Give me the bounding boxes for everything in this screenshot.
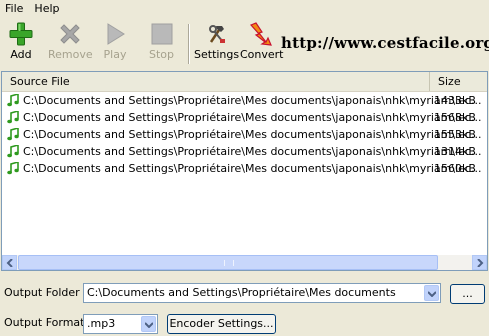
browse-button[interactable]: ...	[450, 284, 485, 304]
stop-label: Stop	[149, 48, 175, 61]
output-format-dropdown-button[interactable]	[141, 316, 156, 332]
play-button[interactable]: Play	[103, 22, 127, 61]
chevron-right-icon	[477, 259, 484, 267]
settings-icon	[208, 25, 225, 43]
file-path: C:\Documents and Settings\Propriétaire\M…	[23, 94, 482, 107]
remove-label: Remove	[48, 48, 93, 61]
menu-bar: File Help	[0, 0, 489, 18]
list-item[interactable]: C:\Documents and Settings\Propriétaire\M…	[2, 92, 487, 109]
scroll-left-button[interactable]	[2, 255, 17, 270]
music-note-icon	[7, 94, 19, 107]
file-size: 1568kB	[434, 111, 476, 124]
add-icon	[9, 22, 33, 46]
list-header: Source File Size	[2, 72, 487, 92]
scroll-grip	[224, 260, 234, 266]
music-note-icon	[7, 128, 19, 141]
menu-help[interactable]: Help	[29, 0, 65, 18]
menu-file[interactable]: File	[0, 0, 29, 18]
chevron-left-icon	[6, 259, 13, 267]
convert-icon	[249, 22, 272, 46]
music-note-icon	[7, 145, 19, 158]
add-button[interactable]: Add	[9, 22, 33, 61]
file-path: C:\Documents and Settings\Propriétaire\M…	[23, 128, 482, 141]
output-format-select[interactable]: .mp3	[83, 314, 158, 334]
convert-label: Convert	[240, 48, 284, 61]
file-path: C:\Documents and Settings\Propriétaire\M…	[23, 111, 482, 124]
file-size: 1314kB	[434, 145, 476, 158]
encoder-settings-button[interactable]: Encoder Settings...	[167, 314, 276, 334]
remove-icon	[60, 24, 81, 44]
chevron-down-icon	[145, 322, 153, 328]
scroll-thumb[interactable]	[18, 255, 438, 270]
output-format-label: Output Format	[4, 316, 85, 329]
stop-button[interactable]: Stop	[149, 22, 174, 61]
convert-button[interactable]: Convert	[240, 22, 284, 61]
file-size: 1560kB	[434, 162, 476, 175]
output-format-value: .mp3	[87, 317, 116, 330]
remove-button[interactable]: Remove	[48, 22, 93, 61]
add-label: Add	[10, 48, 32, 61]
list-item[interactable]: C:\Documents and Settings\Propriétaire\M…	[2, 143, 487, 160]
music-note-icon	[7, 111, 19, 124]
file-size: 1433kB	[434, 94, 476, 107]
chevron-down-icon	[428, 291, 436, 297]
output-folder-label: Output Folder	[4, 286, 80, 299]
toolbar: Add Remove Play Stop Settings Convert ht…	[0, 20, 489, 68]
file-list[interactable]: Source File Size C:\Documents and Settin…	[1, 71, 488, 271]
settings-label: Settings	[194, 48, 240, 61]
stop-icon	[151, 23, 172, 45]
play-label: Play	[103, 48, 127, 61]
column-header-source[interactable]: Source File	[2, 72, 430, 91]
play-icon	[107, 23, 125, 45]
output-folder-combo[interactable]: C:\Documents and Settings\Propriétaire\M…	[83, 283, 441, 303]
file-size: 1553kB	[434, 128, 476, 141]
toolbar-separator	[188, 24, 190, 64]
list-item[interactable]: C:\Documents and Settings\Propriétaire\M…	[2, 109, 487, 126]
file-path: C:\Documents and Settings\Propriétaire\M…	[23, 162, 482, 175]
list-item[interactable]: C:\Documents and Settings\Propriétaire\M…	[2, 126, 487, 143]
settings-button[interactable]: Settings	[194, 22, 239, 61]
website-watermark: http://www.cestfacile.org	[281, 34, 489, 52]
music-note-icon	[7, 162, 19, 175]
horizontal-scrollbar[interactable]	[2, 255, 487, 270]
list-item[interactable]: C:\Documents and Settings\Propriétaire\M…	[2, 160, 487, 177]
output-folder-value: C:\Documents and Settings\Propriétaire\M…	[87, 286, 396, 299]
scroll-right-button[interactable]	[472, 255, 487, 270]
file-path: C:\Documents and Settings\Propriétaire\M…	[23, 145, 482, 158]
output-folder-dropdown-button[interactable]	[424, 285, 439, 301]
column-header-size[interactable]: Size	[430, 72, 487, 91]
